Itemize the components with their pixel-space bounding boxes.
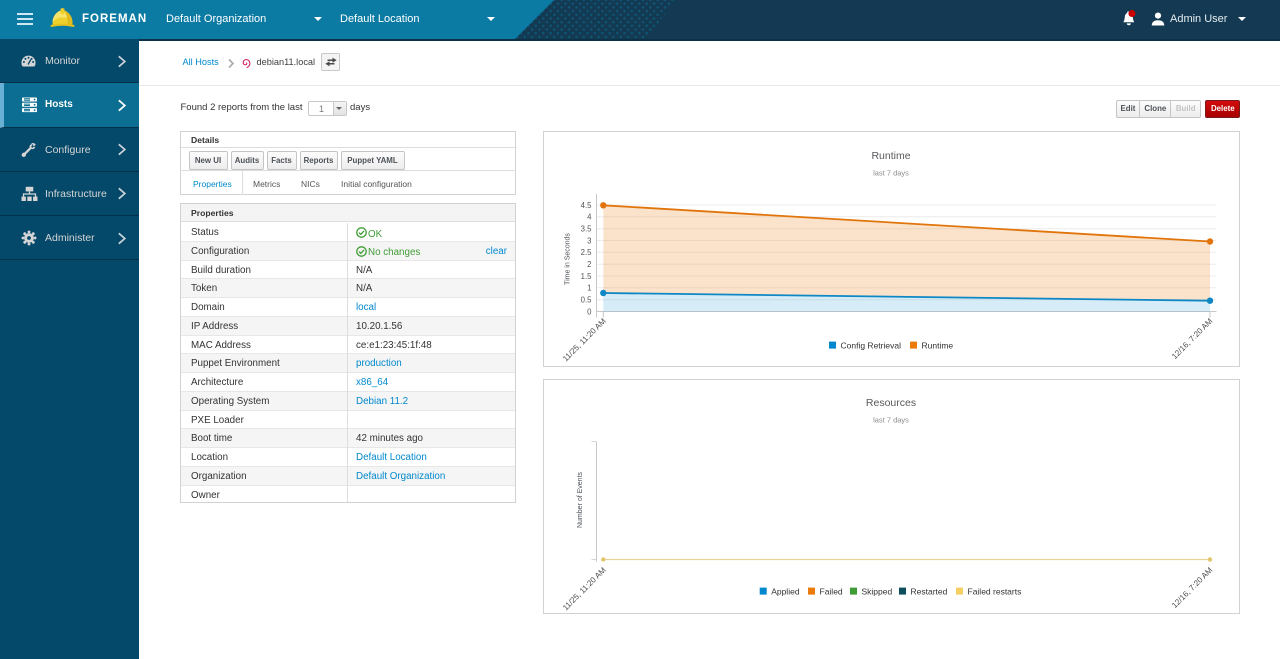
svg-text:Number of Events: Number of Events: [577, 471, 584, 528]
svg-text:last 7 days: last 7 days: [873, 416, 909, 425]
svg-text:Runtime: Runtime: [922, 340, 954, 350]
svg-text:4: 4: [587, 213, 592, 222]
svg-text:Skipped: Skipped: [862, 586, 893, 596]
svg-text:2.5: 2.5: [581, 248, 593, 257]
svg-text:11/25, 11:20 AM: 11/25, 11:20 AM: [561, 565, 608, 612]
svg-text:Failed restarts: Failed restarts: [968, 586, 1022, 596]
svg-text:Failed: Failed: [820, 586, 843, 596]
svg-text:0: 0: [587, 307, 592, 316]
svg-text:1: 1: [587, 284, 591, 293]
svg-text:4.5: 4.5: [581, 201, 593, 210]
svg-text:Config Retrieval: Config Retrieval: [841, 340, 902, 350]
svg-text:last 7 days: last 7 days: [873, 169, 909, 178]
svg-text:1.5: 1.5: [581, 272, 593, 281]
svg-text:3: 3: [587, 236, 591, 245]
svg-text:Time in Seconds: Time in Seconds: [565, 233, 572, 285]
svg-text:0.5: 0.5: [581, 296, 593, 305]
svg-text:2: 2: [587, 260, 591, 269]
svg-text:Applied: Applied: [771, 586, 800, 596]
svg-text:3.5: 3.5: [581, 225, 593, 234]
svg-text:12/16, 7:20 AM: 12/16, 7:20 AM: [1170, 316, 1215, 361]
svg-text:12/16, 7:20 AM: 12/16, 7:20 AM: [1170, 565, 1215, 610]
svg-text:Restarted: Restarted: [911, 586, 948, 596]
svg-text:Resources: Resources: [866, 397, 916, 409]
svg-text:Runtime: Runtime: [871, 150, 910, 162]
svg-text:11/25, 11:20 AM: 11/25, 11:20 AM: [561, 316, 608, 363]
